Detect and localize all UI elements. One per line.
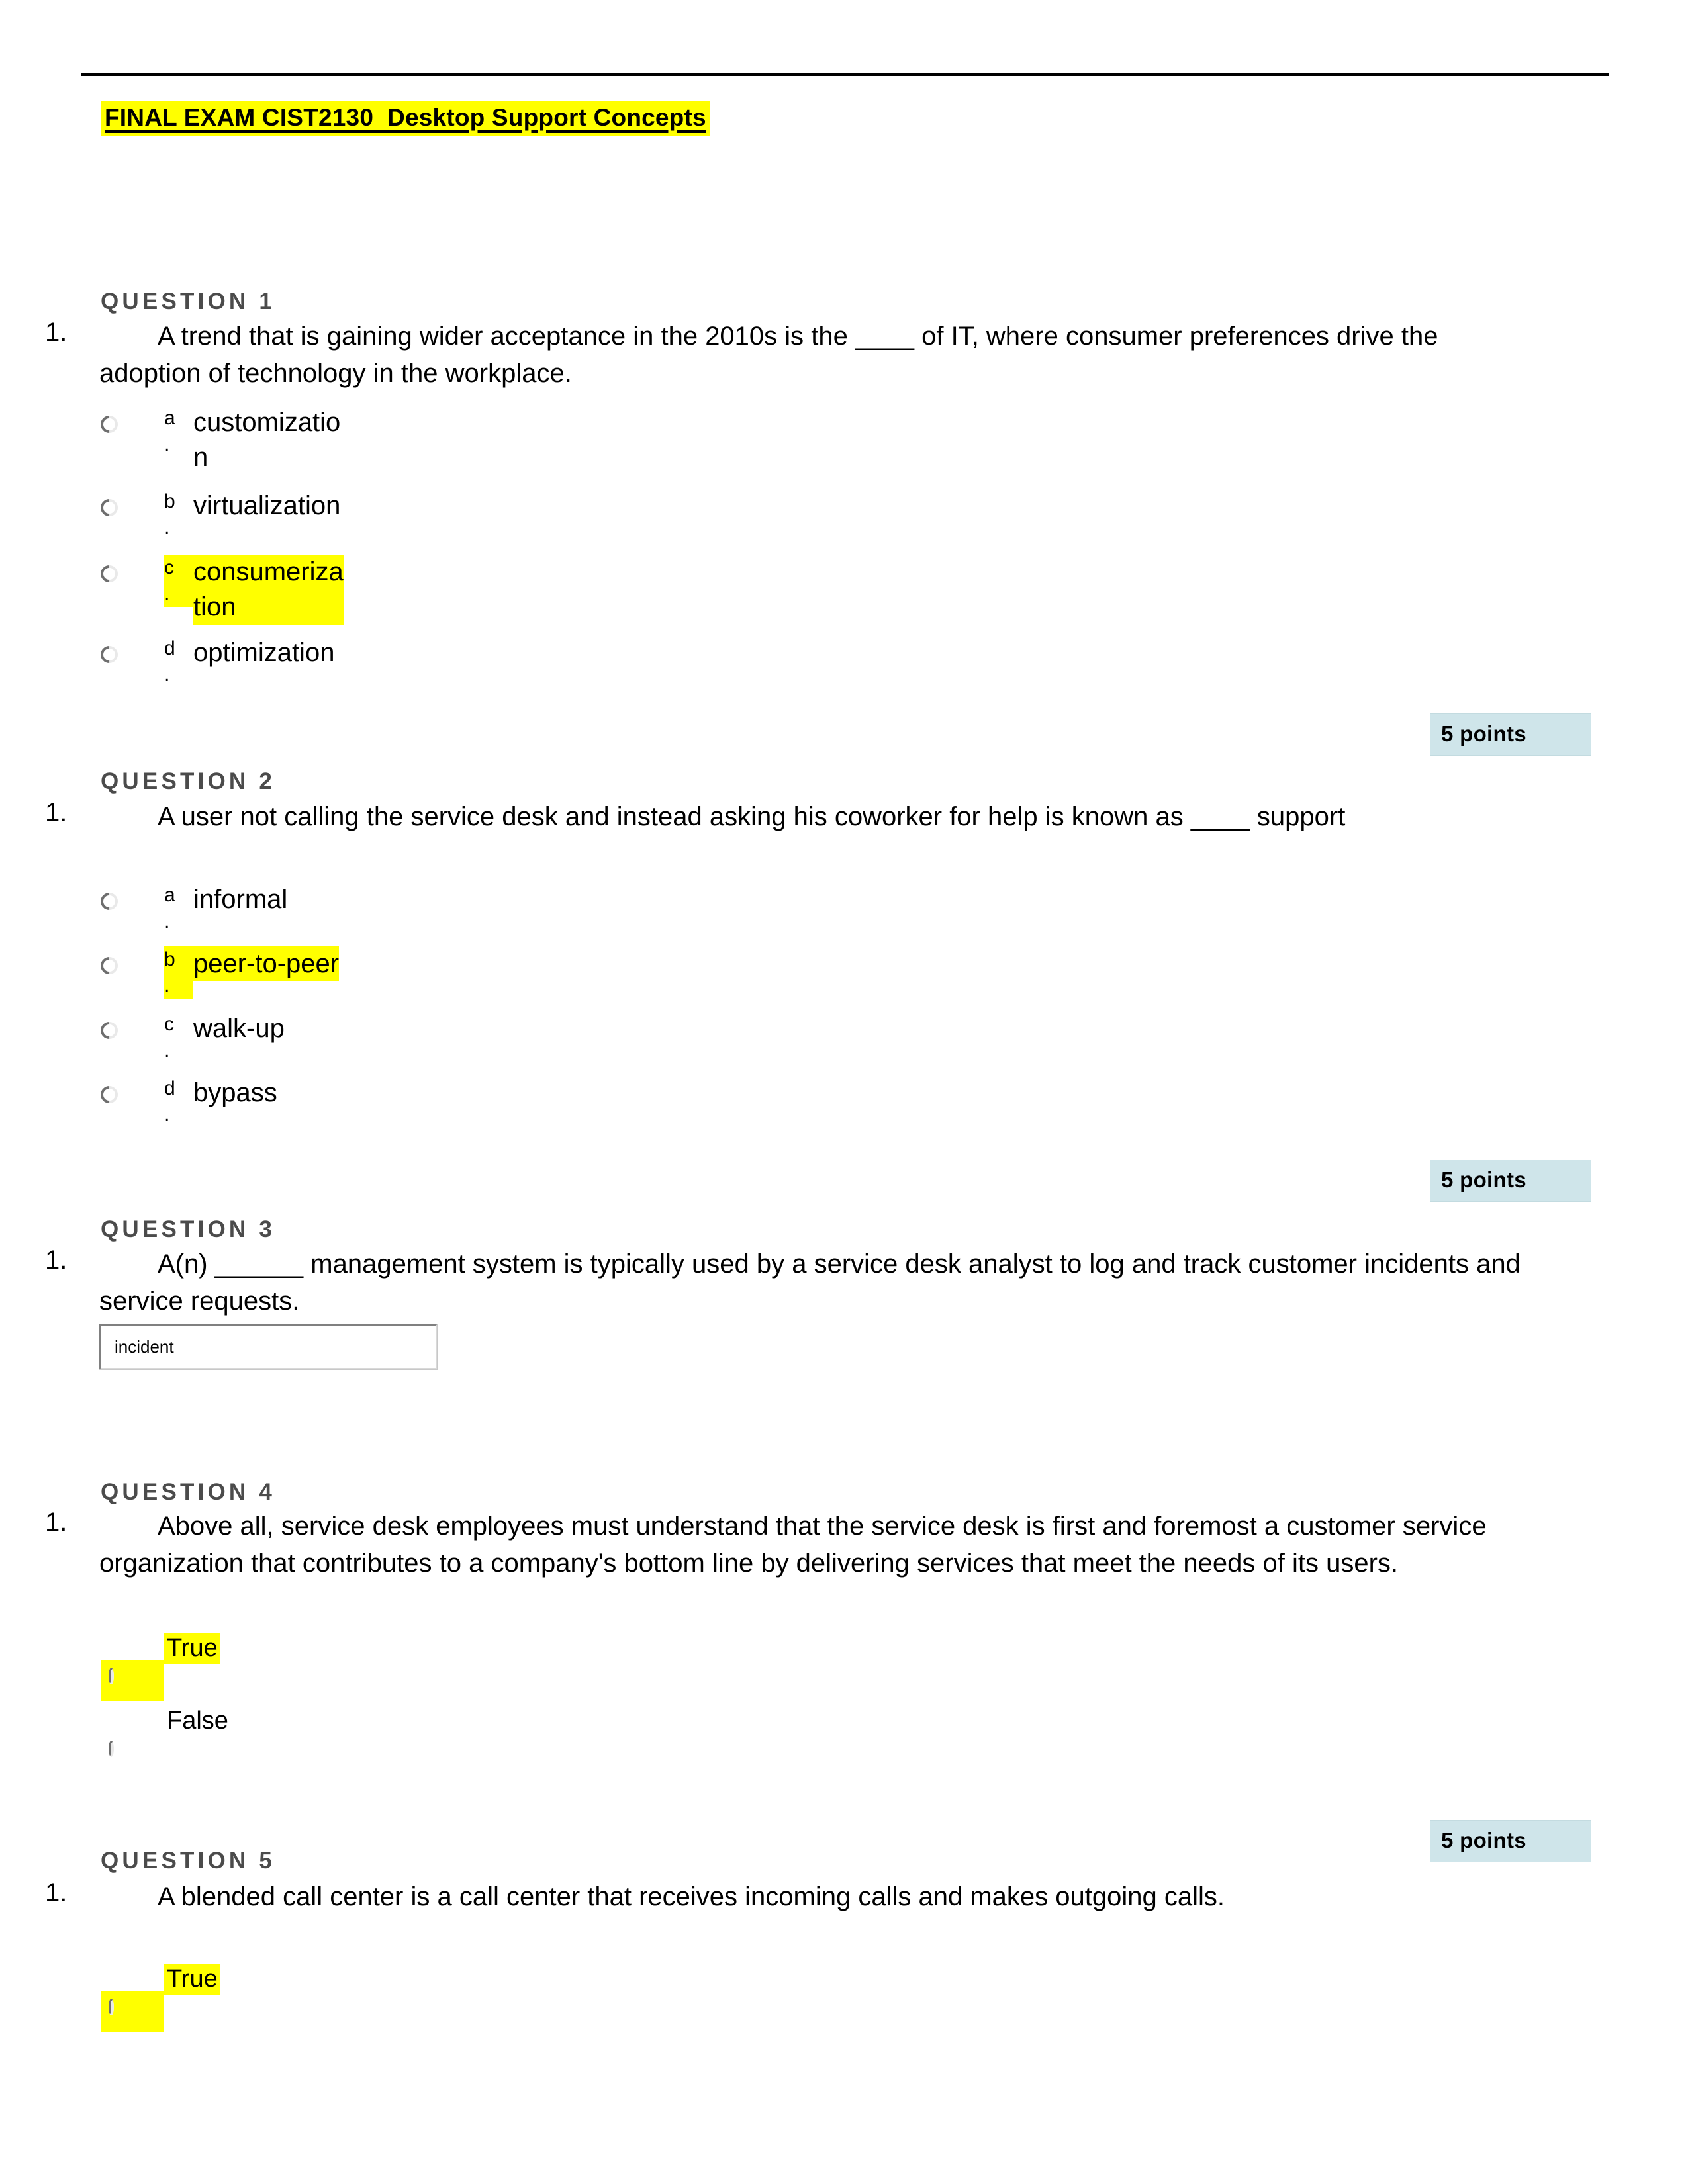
- false-option-4[interactable]: False: [101, 1706, 379, 1772]
- question-label-2: QUESTION 2: [101, 768, 275, 794]
- radio-button-icon[interactable]: [109, 1741, 114, 1757]
- radio-button-icon[interactable]: [97, 1082, 122, 1107]
- option-2-b[interactable]: b . peer-to-peer: [97, 946, 340, 999]
- radio-button-icon[interactable]: [109, 1999, 114, 2015]
- question-text-1: A trend that is gaining wider acceptance…: [99, 322, 1438, 388]
- question-number-3: 1.: [45, 1246, 68, 1275]
- option-2-c[interactable]: c . walk-up: [97, 1011, 285, 1064]
- true-option-4[interactable]: True: [101, 1633, 379, 1701]
- radio-button-icon[interactable]: [97, 1018, 122, 1043]
- option-label: informal: [193, 885, 288, 914]
- page-title: FINAL EXAM CIST2130 Desktop Support Conc…: [101, 101, 710, 136]
- question-label-4: QUESTION 4: [101, 1479, 275, 1505]
- exam-page: FINAL EXAM CIST2130 Desktop Support Conc…: [0, 0, 1688, 2184]
- option-2-d[interactable]: d . bypass: [97, 1075, 277, 1128]
- true-label: True: [164, 1964, 220, 1995]
- radio-button-icon[interactable]: [97, 953, 122, 978]
- radio-cell[interactable]: [97, 555, 164, 586]
- option-label: walk-up: [193, 1014, 285, 1043]
- header-divider: [81, 73, 1609, 76]
- radio-cell[interactable]: [97, 405, 164, 437]
- option-letter: a .: [164, 884, 175, 933]
- radio-button-icon[interactable]: [97, 889, 122, 914]
- option-letter: c .: [164, 1013, 174, 1062]
- question-text-5: A blended call center is a call center t…: [158, 1882, 1225, 1911]
- radio-cell[interactable]: [97, 882, 164, 914]
- true-radio-cell[interactable]: [101, 1991, 164, 2032]
- option-label: consumeriza tion: [193, 555, 344, 625]
- question-label-3: QUESTION 3: [101, 1216, 275, 1242]
- radio-button-icon[interactable]: [109, 1668, 114, 1684]
- points-badge-2: 5 points: [1430, 1160, 1591, 1202]
- question-label-1: QUESTION 1: [101, 289, 275, 314]
- option-letter: b .: [164, 490, 175, 539]
- option-letter: d .: [164, 637, 175, 686]
- option-label: bypass: [193, 1078, 277, 1107]
- option-letter: d .: [164, 1077, 175, 1126]
- true-option-5[interactable]: True: [101, 1964, 379, 2032]
- true-label: True: [164, 1633, 220, 1664]
- option-1-a[interactable]: a . customizatio n: [97, 405, 341, 475]
- false-label: False: [167, 1707, 228, 1735]
- question-number-5: 1.: [45, 1878, 68, 1907]
- option-letter: b .: [164, 946, 193, 999]
- option-letter: a .: [164, 407, 175, 455]
- question-text-3: A(n) ______ management system is typical…: [99, 1250, 1521, 1316]
- option-2-a[interactable]: a . informal: [97, 882, 288, 934]
- false-radio-cell[interactable]: [101, 1733, 164, 1774]
- points-badge-1: 5 points: [1430, 713, 1591, 756]
- question-number-4: 1.: [45, 1508, 68, 1537]
- option-label: peer-to-peer: [193, 946, 340, 981]
- option-label: optimization: [193, 638, 335, 667]
- question-text-2: A user not calling the service desk and …: [158, 802, 1346, 831]
- radio-button-icon[interactable]: [97, 495, 122, 520]
- radio-cell[interactable]: [97, 635, 164, 667]
- option-1-b[interactable]: b . virtualization: [97, 488, 341, 541]
- true-radio-cell[interactable]: [101, 1660, 164, 1701]
- radio-cell[interactable]: [97, 488, 164, 520]
- question-number-1: 1.: [45, 318, 68, 347]
- answer-input-3[interactable]: [99, 1324, 438, 1370]
- option-1-d[interactable]: d . optimization: [97, 635, 335, 688]
- option-letter: c .: [164, 555, 193, 608]
- radio-button-icon[interactable]: [97, 561, 122, 586]
- radio-cell[interactable]: [97, 1011, 164, 1043]
- option-1-c[interactable]: c . consumeriza tion: [97, 555, 344, 625]
- option-label: virtualization: [193, 491, 341, 520]
- radio-cell[interactable]: [97, 1075, 164, 1107]
- option-label: customizatio n: [193, 408, 341, 472]
- document-title-container: FINAL EXAM CIST2130 Desktop Support Conc…: [101, 101, 710, 136]
- question-label-5: QUESTION 5: [101, 1848, 275, 1874]
- radio-button-icon[interactable]: [97, 642, 122, 667]
- question-text-4: Above all, service desk employees must u…: [99, 1512, 1487, 1578]
- radio-cell[interactable]: [97, 946, 164, 978]
- question-number-2: 1.: [45, 798, 68, 827]
- points-badge-4: 5 points: [1430, 1820, 1591, 1862]
- radio-button-icon[interactable]: [97, 412, 122, 437]
